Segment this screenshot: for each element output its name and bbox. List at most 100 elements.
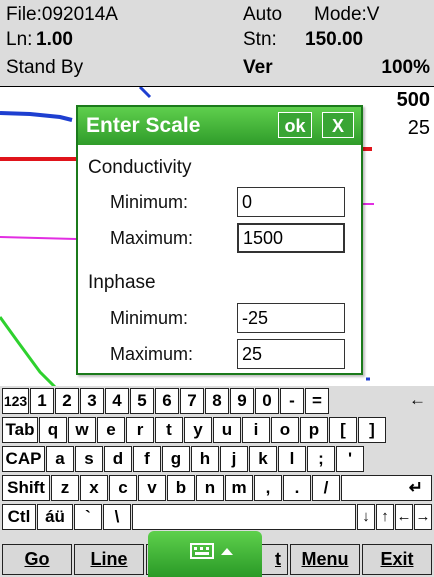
key-w[interactable]: w — [68, 417, 96, 443]
conductivity-max-input[interactable] — [237, 223, 345, 253]
line-value: 1.00 — [36, 29, 73, 50]
trace-green — [0, 316, 57, 387]
key-l[interactable]: l — [278, 446, 306, 472]
key-n[interactable]: n — [196, 475, 224, 501]
conductivity-min-input[interactable] — [237, 187, 345, 217]
key-equals[interactable]: = — [305, 388, 329, 414]
key-4[interactable]: 4 — [105, 388, 129, 414]
key-e[interactable]: e — [97, 417, 125, 443]
key-ctl[interactable]: Ctl — [2, 504, 36, 530]
key-minus[interactable]: - — [280, 388, 304, 414]
key-8[interactable]: 8 — [205, 388, 229, 414]
key-123[interactable]: 123 — [2, 388, 29, 414]
key-r[interactable]: r — [126, 417, 154, 443]
key-6[interactable]: 6 — [155, 388, 179, 414]
caret-up-icon — [221, 548, 233, 555]
screen: File:092014A Auto Mode:V Ln: 1.00 Stn: 1… — [0, 0, 434, 577]
key-o[interactable]: o — [271, 417, 299, 443]
scale-max-label: 500 — [396, 89, 430, 111]
key-9[interactable]: 9 — [230, 388, 254, 414]
go-button[interactable]: Go — [2, 544, 72, 575]
exit-button[interactable]: Exit — [362, 544, 432, 575]
key-j[interactable]: j — [220, 446, 248, 472]
key-a[interactable]: a — [46, 446, 74, 472]
arrow-up-key[interactable]: ↑ — [376, 504, 394, 530]
key-i[interactable]: i — [242, 417, 270, 443]
arrow-right-key[interactable]: → — [414, 504, 432, 530]
trace-magenta-left — [0, 236, 77, 240]
key-shift[interactable]: Shift — [2, 475, 50, 501]
key-accents[interactable]: áü — [37, 504, 73, 530]
key-3[interactable]: 3 — [80, 388, 104, 414]
key-g[interactable]: g — [162, 446, 190, 472]
inphase-max-label: Maximum: — [110, 344, 194, 364]
key-v[interactable]: v — [138, 475, 166, 501]
key-0[interactable]: 0 — [255, 388, 279, 414]
key-semicolon[interactable]: ; — [307, 446, 335, 472]
key-p[interactable]: p — [300, 417, 328, 443]
key-b[interactable]: b — [167, 475, 195, 501]
orientation-text: Ver — [243, 57, 273, 78]
battery-level: 100% — [381, 57, 430, 78]
key-y[interactable]: y — [184, 417, 212, 443]
ok-button[interactable]: ok — [278, 112, 312, 138]
enter-scale-dialog: Enter Scale ok X Conductivity Minimum: M… — [76, 105, 363, 375]
key-d[interactable]: d — [104, 446, 132, 472]
key-apostrophe[interactable]: ' — [336, 446, 364, 472]
dialog-title-bar: Enter Scale ok X — [78, 107, 361, 145]
key-x[interactable]: x — [80, 475, 108, 501]
close-button[interactable]: X — [322, 112, 354, 138]
key-s[interactable]: s — [75, 446, 103, 472]
key-backtick[interactable]: ` — [74, 504, 102, 530]
mode-indicator: Mode:V — [314, 4, 380, 25]
state-text: Stand By — [6, 57, 84, 78]
key-q[interactable]: q — [39, 417, 67, 443]
station-value: 150.00 — [305, 29, 364, 50]
key-caps[interactable]: CAP — [2, 446, 45, 472]
key-backslash[interactable]: \ — [103, 504, 131, 530]
soft-keyboard: 123 1 2 3 4 5 6 7 8 9 0 - = ← Tab q w e … — [0, 386, 434, 536]
arrow-down-key[interactable]: ↓ — [357, 504, 375, 530]
dialog-title: Enter Scale — [86, 114, 201, 137]
conductivity-max-label: Maximum: — [110, 228, 194, 248]
key-u[interactable]: u — [213, 417, 241, 443]
key-comma[interactable]: , — [254, 475, 282, 501]
inphase-min-input[interactable] — [237, 303, 345, 333]
key-tab[interactable]: Tab — [2, 417, 38, 443]
key-m[interactable]: m — [225, 475, 253, 501]
station-label: Stn: — [243, 29, 277, 50]
key-z[interactable]: z — [51, 475, 79, 501]
line-label: Ln: — [6, 29, 33, 50]
menu-button[interactable]: Menu — [290, 544, 360, 575]
backspace-arrow-icon[interactable]: ← — [330, 388, 432, 414]
key-2[interactable]: 2 — [55, 388, 79, 414]
key-c[interactable]: c — [109, 475, 137, 501]
key-1[interactable]: 1 — [30, 388, 54, 414]
key-5[interactable]: 5 — [130, 388, 154, 414]
key-7[interactable]: 7 — [180, 388, 204, 414]
inphase-min-label: Minimum: — [110, 308, 189, 328]
key-f[interactable]: f — [133, 446, 161, 472]
inphase-heading: Inphase — [88, 272, 156, 293]
inphase-max-input[interactable] — [237, 339, 345, 369]
key-k[interactable]: k — [249, 446, 277, 472]
space-bar[interactable] — [132, 504, 356, 530]
sip-toggle-button[interactable] — [148, 531, 262, 577]
status-header: File:092014A Auto Mode:V Ln: 1.00 Stn: 1… — [0, 0, 434, 86]
key-period[interactable]: . — [283, 475, 311, 501]
key-bracket-close[interactable]: ] — [358, 417, 386, 443]
auto-indicator: Auto — [243, 4, 283, 25]
trace-top-stroke — [138, 87, 152, 99]
keyboard-icon — [190, 543, 233, 559]
conductivity-min-label: Minimum: — [110, 192, 189, 212]
key-slash[interactable]: / — [312, 475, 340, 501]
line-button[interactable]: Line — [74, 544, 144, 575]
key-bracket-open[interactable]: [ — [329, 417, 357, 443]
arrow-left-key[interactable]: ← — [395, 504, 413, 530]
trace-conductivity — [0, 111, 73, 122]
key-h[interactable]: h — [191, 446, 219, 472]
file-name: File:092014A — [6, 4, 118, 25]
conductivity-heading: Conductivity — [88, 157, 192, 178]
key-t[interactable]: t — [155, 417, 183, 443]
enter-key[interactable]: ↵ — [341, 475, 432, 501]
